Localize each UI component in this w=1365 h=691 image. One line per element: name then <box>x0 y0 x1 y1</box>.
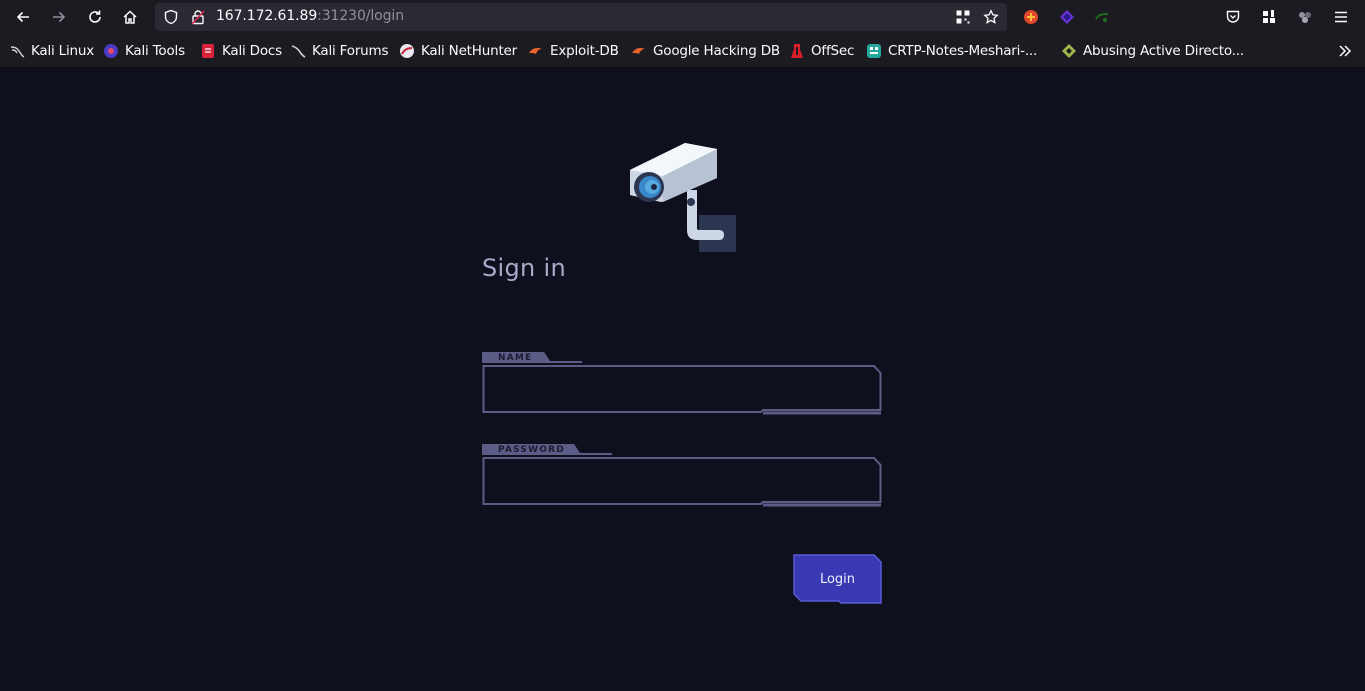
bookmarks-overflow-chevron-icon[interactable] <box>1333 39 1357 63</box>
security-camera-logo <box>625 140 740 254</box>
profile-extension-icon[interactable] <box>1293 5 1317 29</box>
kali-dragon-icon <box>9 43 25 59</box>
extension-purple-icon[interactable] <box>1055 5 1079 29</box>
home-icon[interactable] <box>118 5 142 29</box>
crtp-notes-icon <box>866 43 882 59</box>
offsec-icon <box>789 43 805 59</box>
login-page: Sign in NAME PASSWORD Login <box>0 68 1365 691</box>
bookmark-label: OffSec <box>811 43 855 59</box>
name-input[interactable] <box>488 371 876 411</box>
bookmarks-toolbar: Kali Linux Kali Tools Kali Docs Kali For… <box>0 34 1365 68</box>
hamburger-menu-icon[interactable] <box>1329 5 1353 29</box>
url-path: :31230/login <box>317 8 404 24</box>
bookmark-kali-tools[interactable]: Kali Tools <box>103 42 185 60</box>
bookmark-google-hacking-db[interactable]: Google Hacking DB <box>631 42 780 60</box>
password-field: PASSWORD <box>482 443 882 507</box>
bookmark-label: CRTP-Notes-Meshari-... <box>888 43 1038 59</box>
extension-fox-icon[interactable] <box>1019 5 1043 29</box>
bookmark-abusing-ad[interactable]: Abusing Active Directo... <box>1061 42 1244 60</box>
url-text[interactable]: 167.172.61.89:31230/login <box>216 8 404 24</box>
bookmark-star-icon[interactable] <box>983 9 999 25</box>
bookmark-exploit-db[interactable]: Exploit-DB <box>528 42 619 60</box>
ad-icon <box>1061 43 1077 59</box>
url-host: 167.172.61.89 <box>216 8 318 24</box>
shield-icon[interactable] <box>163 9 179 25</box>
bookmark-label: Kali Tools <box>125 43 185 59</box>
insecure-lock-icon[interactable] <box>190 9 206 25</box>
nethunter-icon <box>399 43 415 59</box>
forward-arrow-icon[interactable] <box>47 5 71 29</box>
bookmark-label: Kali Forums <box>312 43 389 59</box>
password-label: PASSWORD <box>498 445 565 455</box>
extensions-icon[interactable] <box>1257 5 1281 29</box>
bookmark-offsec[interactable]: OffSec <box>789 42 854 60</box>
url-bar[interactable]: 167.172.61.89:31230/login <box>155 3 1007 31</box>
bookmark-label: Exploit-DB <box>550 43 619 59</box>
sign-in-title: Sign in <box>482 254 566 282</box>
bookmark-label: Kali NetHunter <box>421 43 517 59</box>
reload-icon[interactable] <box>83 5 107 29</box>
name-field: NAME <box>482 351 882 415</box>
bookmark-label: Kali Linux <box>31 43 95 59</box>
name-label: NAME <box>498 353 533 363</box>
bookmark-crtp-notes[interactable]: CRTP-Notes-Meshari-... <box>866 42 1037 60</box>
kali-forums-icon <box>290 43 306 59</box>
browser-toolbar: 167.172.61.89:31230/login <box>0 0 1365 34</box>
bookmark-label: Abusing Active Directo... <box>1083 43 1244 59</box>
back-arrow-icon[interactable] <box>11 5 35 29</box>
login-button-label: Login <box>819 571 856 587</box>
bookmark-kali-docs[interactable]: Kali Docs <box>200 42 282 60</box>
qr-code-icon[interactable] <box>955 9 971 25</box>
exploit-db-icon <box>528 43 544 59</box>
bookmark-kali-linux[interactable]: Kali Linux <box>9 42 94 60</box>
ghdb-icon <box>631 43 647 59</box>
bookmark-label: Google Hacking DB <box>653 43 780 59</box>
password-input[interactable] <box>488 463 876 503</box>
extension-green-icon[interactable] <box>1090 5 1114 29</box>
bookmark-label: Kali Docs <box>222 43 282 59</box>
login-button[interactable]: Login <box>793 554 882 604</box>
bookmark-kali-forums[interactable]: Kali Forums <box>290 42 389 60</box>
kali-tools-icon <box>103 43 119 59</box>
kali-docs-icon <box>200 43 216 59</box>
bookmark-kali-nethunter[interactable]: Kali NetHunter <box>399 42 517 60</box>
pocket-icon[interactable] <box>1221 5 1245 29</box>
